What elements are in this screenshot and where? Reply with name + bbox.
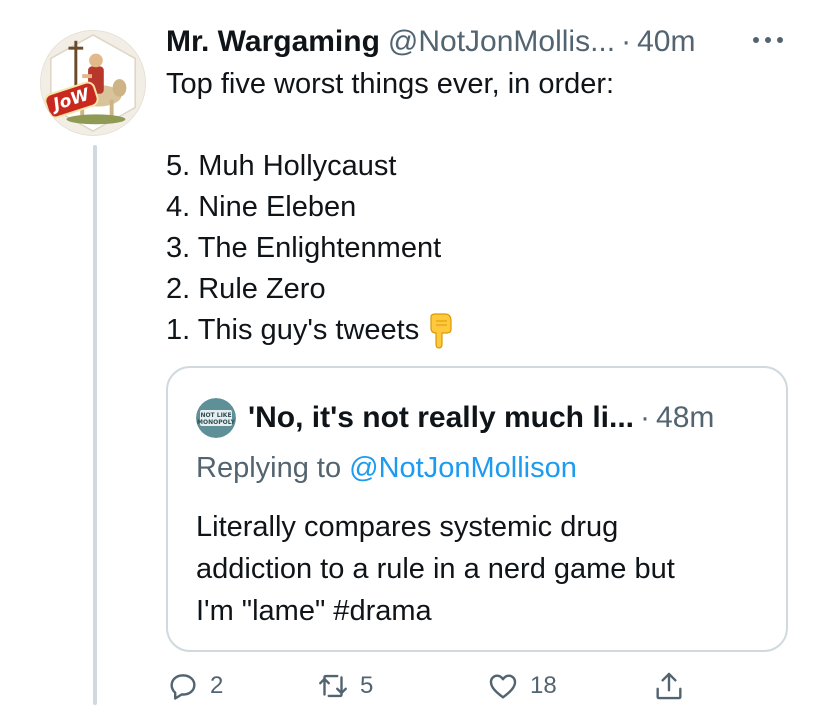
retweet-button[interactable]: 5 xyxy=(316,666,373,706)
quote-text: Literally compares systemic drug addicti… xyxy=(196,506,766,632)
author-handle[interactable]: @NotJonMollis... xyxy=(388,25,615,59)
share-button[interactable] xyxy=(652,666,686,706)
thread-line xyxy=(93,145,97,705)
tweet-time[interactable]: 40m xyxy=(637,25,695,59)
quote-separator: · xyxy=(640,401,651,434)
author-name[interactable]: Mr. Wargaming xyxy=(166,25,380,59)
replying-to: Replying to @NotJonMollison xyxy=(196,452,577,485)
replying-prefix: Replying to xyxy=(196,452,350,484)
reply-icon xyxy=(170,674,196,700)
quote-author-avatar[interactable]: NOT LIKE MONOPOLY xyxy=(196,398,236,438)
tweet-text: Top five worst things ever, in order: 5.… xyxy=(166,64,786,351)
retweet-count: 5 xyxy=(360,672,374,699)
header-separator: · xyxy=(621,25,632,58)
tweet-line-last: 1. This guy's tweets xyxy=(166,310,786,351)
tweet-line: 2. Rule Zero xyxy=(166,273,326,305)
tweet-line: 3. The Enlightenment xyxy=(166,232,442,264)
reply-count: 2 xyxy=(210,672,224,699)
retweet-icon xyxy=(319,674,347,698)
replying-handle-link[interactable]: @NotJonMollison xyxy=(349,452,577,484)
share-icon xyxy=(656,672,682,700)
quote-avatar-text-bottom: MONOPOLY xyxy=(197,419,236,426)
pointing-down-emoji-icon xyxy=(425,313,455,349)
tweet-line: Top five worst things ever, in order: xyxy=(166,68,615,100)
author-avatar[interactable]: JoW xyxy=(40,30,146,136)
tweet-line: 5. Muh Hollycaust xyxy=(166,150,397,182)
quote-line: addiction to a rule in a nerd game but xyxy=(196,553,675,585)
quoted-tweet[interactable]: NOT LIKE MONOPOLY 'No, it's not really m… xyxy=(166,366,788,652)
quote-avatar-text-top: NOT LIKE xyxy=(200,412,231,419)
reply-button[interactable]: 2 xyxy=(166,666,223,706)
tweet-header: Mr. Wargaming @NotJonMollis... · 40m xyxy=(166,22,695,62)
tweet-line: 4. Nine Eleben xyxy=(166,191,357,223)
heart-icon xyxy=(489,674,517,699)
more-icon[interactable] xyxy=(748,28,788,52)
quote-time[interactable]: 48m xyxy=(656,401,714,435)
tweet-line-text: 1. This guy's tweets xyxy=(166,314,420,346)
quote-author-name[interactable]: 'No, it's not really much li... xyxy=(248,401,634,435)
action-bar: 2 5 18 xyxy=(166,666,696,706)
quote-line: Literally compares systemic drug xyxy=(196,511,619,543)
quote-header: NOT LIKE MONOPOLY 'No, it's not really m… xyxy=(196,398,714,438)
like-button[interactable]: 18 xyxy=(486,666,557,706)
like-count: 18 xyxy=(530,672,557,699)
quote-line: I'm "lame" #drama xyxy=(196,595,432,627)
